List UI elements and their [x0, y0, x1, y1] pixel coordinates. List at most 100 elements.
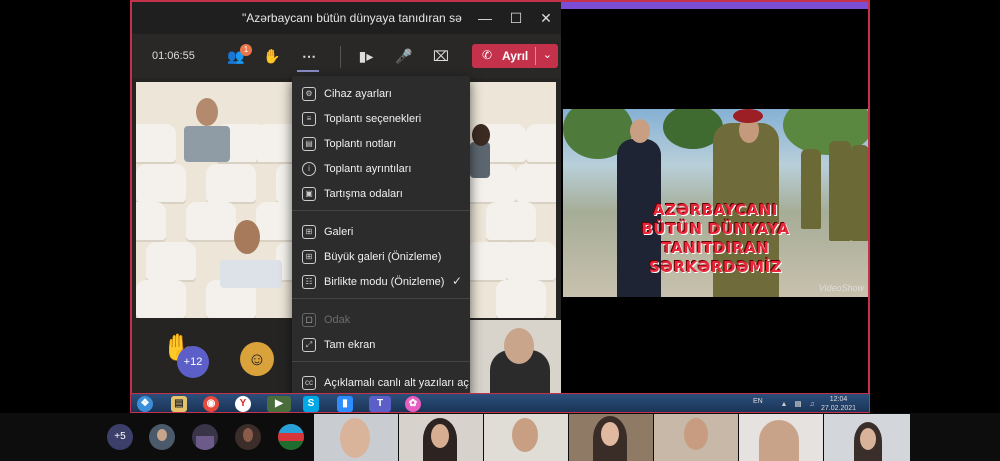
- phone-hangup-icon: ✆: [482, 48, 493, 62]
- seat: [186, 202, 236, 240]
- menu-item-live-captions[interactable]: cc Açıklamalı canlı alt yazıları aç: [292, 371, 470, 393]
- beret-graphic: [733, 109, 763, 123]
- skype-icon[interactable]: S: [303, 396, 319, 412]
- participant-video-tile[interactable]: [824, 414, 910, 461]
- participant-head: [196, 98, 218, 126]
- menu-divider: [292, 298, 470, 299]
- participant-student: [220, 260, 282, 288]
- participant-video-tile[interactable]: [654, 414, 738, 461]
- overlay-line: BÜTÜN DÜNYAYA: [641, 220, 790, 238]
- file-explorer-icon[interactable]: ▤: [171, 396, 187, 412]
- window-title: "Azərbaycanı bütün dünyaya tanıdıran sə.…: [242, 11, 462, 25]
- focus-icon: ▢: [302, 313, 316, 327]
- participant-student: [184, 126, 230, 162]
- participant-thumbnail[interactable]: [470, 320, 561, 393]
- notes-icon: ▤: [302, 137, 316, 151]
- info-icon: i: [302, 162, 316, 176]
- fullscreen-icon: ⤢: [302, 338, 316, 352]
- leave-divider: [535, 47, 536, 65]
- chevron-down-icon[interactable]: ⌄: [543, 48, 552, 61]
- leave-button[interactable]: ✆ Ayrıl ⌄: [472, 44, 558, 68]
- overlay-line: AZƏRBAYCANI: [653, 201, 778, 219]
- checkmark-icon: ✓: [451, 274, 462, 288]
- camera-icon[interactable]: ▮▸: [355, 45, 377, 67]
- media-player-icon[interactable]: ▶: [267, 396, 291, 412]
- microphone-icon[interactable]: 🎤: [393, 45, 415, 67]
- sharing-indicator-bar: [561, 2, 868, 9]
- seat: [136, 280, 186, 318]
- seat: [136, 124, 176, 162]
- menu-item-meeting-notes[interactable]: ▤ Toplantı notları: [292, 132, 470, 156]
- menu-item-focus: ▢ Odak: [292, 308, 470, 332]
- breakout-rooms-icon: ▣: [302, 187, 316, 201]
- menu-item-meeting-details[interactable]: i Toplantı ayrıntıları: [292, 157, 470, 181]
- large-gallery-icon: ⊞: [302, 250, 316, 264]
- shared-video[interactable]: AZƏRBAYCANI BÜTÜN DÜNYAYA TANITDIRAN SƏR…: [563, 109, 868, 297]
- person-head: [630, 119, 650, 143]
- seat: [526, 124, 556, 162]
- menu-item-breakout-rooms[interactable]: ▣ Tartışma odaları: [292, 182, 470, 206]
- gear-icon: ⚙: [302, 87, 316, 101]
- seat: [516, 164, 556, 202]
- menu-item-device-settings[interactable]: ⚙ Cihaz ayarları: [292, 82, 470, 106]
- close-icon[interactable]: ✕: [536, 8, 556, 28]
- seat: [136, 202, 166, 240]
- meeting-timer: 01:06:55: [152, 50, 195, 62]
- menu-divider: [292, 210, 470, 211]
- participant-video-tile[interactable]: [399, 414, 483, 461]
- chrome-icon[interactable]: ◉: [203, 396, 219, 412]
- participants-badge: 1: [240, 44, 252, 56]
- participant-video-tile[interactable]: [314, 414, 398, 461]
- language-indicator[interactable]: EN: [753, 398, 763, 405]
- teams-meeting-window: "Azərbaycanı bütün dünyaya tanıdıran sə.…: [130, 0, 561, 395]
- seat: [206, 164, 256, 202]
- participant-student: [470, 142, 490, 178]
- more-actions-icon[interactable]: ⋯: [298, 45, 320, 67]
- network-icon[interactable]: ▤: [793, 397, 803, 409]
- captions-icon: cc: [302, 376, 316, 390]
- maximize-icon[interactable]: ☐: [506, 8, 526, 28]
- shared-screen-panel: AZƏRBAYCANI BÜTÜN DÜNYAYA TANITDIRAN SƏR…: [561, 0, 870, 395]
- participant-head: [504, 328, 534, 364]
- participant-avatar[interactable]: [192, 424, 218, 450]
- taskbar-clock[interactable]: 12:04 27.02.2021: [821, 395, 856, 413]
- title-bar: "Azərbaycanı bütün dünyaya tanıdıran sə.…: [132, 2, 561, 34]
- more-participants-button[interactable]: +5: [107, 424, 133, 450]
- share-tray-icon[interactable]: ⌧: [430, 45, 452, 67]
- yandex-icon[interactable]: Y: [235, 396, 251, 412]
- overlay-line: TANITDIRAN: [661, 239, 770, 257]
- paint-icon[interactable]: ✿: [405, 396, 421, 412]
- menu-item-fullscreen[interactable]: ⤢ Tam ekran: [292, 333, 470, 357]
- menu-item-meeting-options[interactable]: ≡ Toplantı seçenekleri: [292, 107, 470, 131]
- volume-icon[interactable]: ♫: [807, 397, 817, 409]
- start-button-icon[interactable]: ❖: [137, 396, 153, 412]
- teams-icon[interactable]: T: [369, 396, 391, 412]
- seat: [486, 202, 536, 240]
- menu-item-large-gallery[interactable]: ⊞ Büyük galeri (Önizleme): [292, 245, 470, 269]
- video-watermark: VideoShow: [818, 283, 864, 293]
- participant-head: [472, 124, 490, 146]
- raised-hands-count[interactable]: +12: [177, 346, 209, 378]
- video-caption-overlay: AZƏRBAYCANI BÜTÜN DÜNYAYA TANITDIRAN SƏR…: [563, 201, 868, 277]
- participant-avatar[interactable]: [149, 424, 175, 450]
- seat: [506, 242, 556, 280]
- zoom-icon[interactable]: ▮: [337, 396, 353, 412]
- menu-item-gallery[interactable]: ⊞ Galeri: [292, 220, 470, 244]
- participant-video-tile[interactable]: [484, 414, 568, 461]
- overlay-line: SƏRKƏRDƏMİZ: [648, 258, 783, 276]
- seat: [146, 242, 196, 280]
- together-mode-icon: ☷: [302, 275, 316, 289]
- participant-video-tile[interactable]: [739, 414, 823, 461]
- raise-hand-icon[interactable]: ✋: [261, 45, 283, 67]
- leave-label: Ayrıl: [502, 49, 529, 63]
- participant-avatar: ☺: [240, 342, 274, 376]
- participant-avatar[interactable]: [235, 424, 261, 450]
- menu-item-together-mode[interactable]: ☷ Birlikte modu (Önizleme) ✓: [292, 270, 470, 294]
- meeting-toolbar: 01:06:55 👥 1 ✋ ⋯ ▮▸ 🎤 ⌧ ✆ Ayrıl ⌄: [132, 34, 561, 78]
- sliders-icon: ≡: [302, 112, 316, 126]
- minimize-icon[interactable]: —: [475, 8, 495, 28]
- clock-date: 27.02.2021: [821, 405, 857, 412]
- participant-avatar[interactable]: [278, 424, 304, 450]
- participant-video-tile[interactable]: [569, 414, 653, 461]
- notification-arrow-icon[interactable]: ▲: [779, 397, 789, 409]
